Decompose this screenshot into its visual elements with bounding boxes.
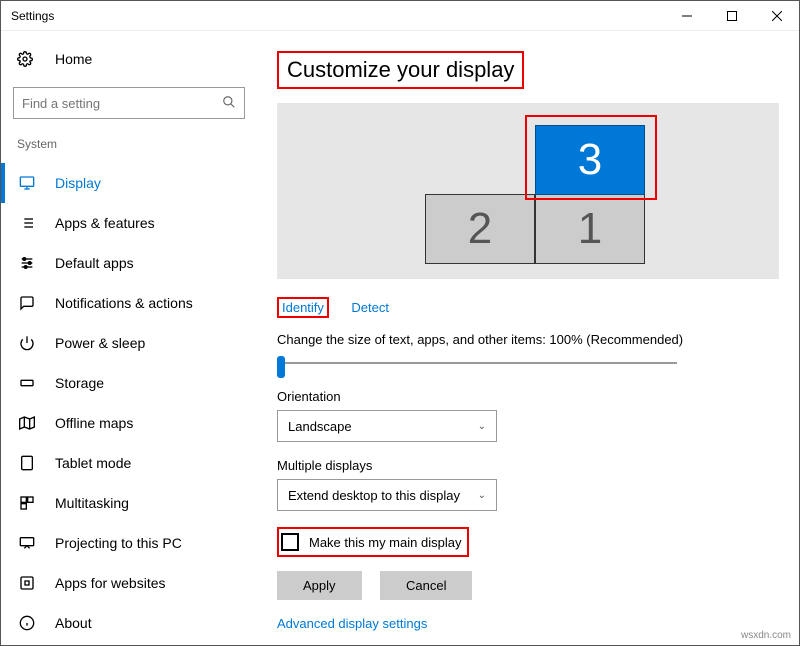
nav-label: Storage (55, 375, 104, 391)
map-icon (17, 415, 37, 431)
nav-label: Offline maps (55, 415, 133, 431)
info-icon (17, 615, 37, 631)
project-icon (17, 535, 37, 551)
nav-label: Apps for websites (55, 575, 166, 591)
multitask-icon (17, 495, 37, 511)
list-icon (17, 215, 37, 231)
orientation-label: Orientation (277, 389, 779, 404)
chevron-down-icon: ⌄ (478, 490, 486, 501)
main-display-checkbox-row[interactable]: Make this my main display (277, 527, 469, 557)
detect-links: Identify Detect (277, 297, 779, 318)
orientation-select[interactable]: Landscape ⌄ (277, 410, 497, 442)
tablet-icon (17, 455, 37, 471)
nav-label: Tablet mode (55, 455, 131, 471)
power-icon (17, 335, 37, 351)
nav-notifications[interactable]: Notifications & actions (1, 283, 257, 323)
scale-section: Change the size of text, apps, and other… (277, 332, 779, 373)
nav-label: Power & sleep (55, 335, 145, 351)
group-label: System (1, 131, 257, 163)
slider-track (277, 362, 677, 364)
window-title: Settings (11, 9, 54, 23)
minimize-button[interactable] (664, 1, 709, 31)
display-arrangement[interactable]: 2 1 3 (277, 103, 779, 279)
detect-link[interactable]: Detect (351, 300, 389, 315)
sliders-icon (17, 255, 37, 271)
watermark: wsxdn.com (741, 630, 791, 641)
button-row: Apply Cancel (277, 571, 779, 600)
nav-tablet-mode[interactable]: Tablet mode (1, 443, 257, 483)
nav-about[interactable]: About (1, 603, 257, 643)
nav-label: About (55, 615, 92, 631)
identify-link[interactable]: Identify (277, 297, 329, 318)
monitor-1[interactable]: 1 (535, 194, 645, 264)
maximize-button[interactable] (709, 1, 754, 31)
orientation-value: Landscape (288, 419, 352, 434)
nav-label: Notifications & actions (55, 295, 193, 311)
nav-label: Apps & features (55, 215, 155, 231)
search-box[interactable] (13, 87, 245, 119)
monitor-2[interactable]: 2 (425, 194, 535, 264)
scale-slider[interactable] (277, 353, 677, 373)
nav-apps-websites[interactable]: Apps for websites (1, 563, 257, 603)
nav-projecting[interactable]: Projecting to this PC (1, 523, 257, 563)
nav-label: Display (55, 175, 101, 191)
link-app-icon (17, 575, 37, 591)
nav-offline-maps[interactable]: Offline maps (1, 403, 257, 443)
page-title: Customize your display (287, 57, 514, 83)
chevron-down-icon: ⌄ (478, 421, 486, 432)
nav-storage[interactable]: Storage (1, 363, 257, 403)
nav-label: Projecting to this PC (55, 535, 182, 551)
search-icon (222, 95, 236, 109)
apply-button[interactable]: Apply (277, 571, 362, 600)
scale-label: Change the size of text, apps, and other… (277, 332, 779, 347)
search-input[interactable] (14, 88, 244, 118)
nav-apps-features[interactable]: Apps & features (1, 203, 257, 243)
title-bar: Settings (1, 1, 799, 31)
nav-multitasking[interactable]: Multitasking (1, 483, 257, 523)
checkbox[interactable] (281, 533, 299, 551)
main-content: Customize your display 2 1 3 Identify De… (257, 31, 799, 645)
multiple-displays-value: Extend desktop to this display (288, 488, 460, 503)
monitor-icon (17, 175, 37, 191)
page-title-highlight: Customize your display (277, 51, 524, 89)
multiple-displays-select[interactable]: Extend desktop to this display ⌄ (277, 479, 497, 511)
nav-default-apps[interactable]: Default apps (1, 243, 257, 283)
cancel-button[interactable]: Cancel (380, 571, 472, 600)
monitor-3[interactable]: 3 (535, 125, 645, 195)
multiple-displays-label: Multiple displays (277, 458, 779, 473)
close-button[interactable] (754, 1, 799, 31)
nav-label: Multitasking (55, 495, 129, 511)
nav-power-sleep[interactable]: Power & sleep (1, 323, 257, 363)
nav-display[interactable]: Display (1, 163, 257, 203)
main-display-label: Make this my main display (309, 535, 461, 550)
message-icon (17, 295, 37, 311)
home-label: Home (55, 51, 92, 67)
advanced-display-link[interactable]: Advanced display settings (277, 616, 779, 631)
storage-icon (17, 375, 37, 391)
nav-label: Default apps (55, 255, 134, 271)
sidebar: Home System Display Apps & features Defa… (1, 31, 257, 645)
window-controls (664, 1, 799, 31)
home-button[interactable]: Home (1, 39, 257, 79)
slider-thumb[interactable] (277, 356, 285, 378)
gear-icon (17, 51, 37, 67)
